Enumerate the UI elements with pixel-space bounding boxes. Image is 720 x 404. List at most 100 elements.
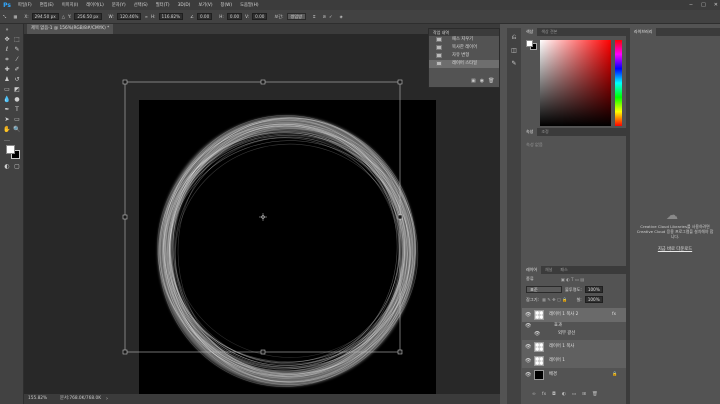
reference-point-icon[interactable]: ▦ (13, 14, 17, 19)
warp-icon[interactable]: ⌗ (313, 14, 315, 19)
kind-filter-label[interactable]: 종류 (526, 276, 534, 282)
new-document-from-state-icon[interactable]: ▣ (471, 78, 476, 84)
layer-row-background[interactable]: 👁 배경 🔒 (522, 368, 626, 382)
tab-color[interactable]: 색상 (522, 28, 538, 36)
new-group-icon[interactable]: ▭ (572, 392, 576, 397)
healing-tool-icon[interactable]: ✚ (3, 66, 11, 74)
effect-item-eye-icon[interactable]: 👁 (534, 330, 540, 338)
menu-select[interactable]: 선택(S) (130, 2, 152, 8)
menu-3d[interactable]: 3D(D) (174, 3, 195, 8)
visibility-eye-icon[interactable]: 👁 (525, 354, 531, 368)
filter-icons[interactable]: ▣ ◐ T ▭ ▤ (561, 277, 584, 282)
pen-tool-icon[interactable]: ✒ (3, 106, 11, 114)
layer-row-selected[interactable]: 👁 레이어 1 복사 2 fx (522, 308, 626, 322)
panel-foreground-swatch[interactable] (526, 40, 533, 47)
angle-field[interactable]: 0.00 (196, 13, 213, 20)
quick-select-tool-icon[interactable]: ✎ (13, 46, 21, 54)
snapshot-icon[interactable]: ◉ (480, 78, 484, 84)
marquee-tool-icon[interactable]: ⬚ (13, 36, 21, 44)
effects-row[interactable]: 👁 효과 (522, 322, 626, 330)
menu-image[interactable]: 이미지(I) (58, 2, 82, 8)
visibility-eye-icon[interactable]: 👁 (525, 308, 531, 322)
vskew-field[interactable]: 0.00 (252, 13, 268, 20)
fx-icon[interactable]: fx (542, 392, 546, 397)
foreground-color-swatch[interactable] (6, 145, 15, 154)
collapse-tools-icon[interactable]: » (3, 26, 11, 34)
effect-item-row[interactable]: 👁 외부 광선 (522, 330, 626, 338)
visibility-eye-icon[interactable]: 👁 (525, 340, 531, 354)
layer-row[interactable]: 👁 레이어 1 복사 (522, 340, 626, 354)
zoom-tool-icon[interactable]: 🔍 (13, 126, 21, 134)
y-field[interactable]: 256.50 px (74, 13, 102, 20)
document-tab[interactable]: 제목 없음-1 @ 156%(RGB/8#/CMYK) * (27, 24, 114, 34)
hue-slider[interactable] (615, 40, 622, 126)
cancel-transform-icon[interactable]: ⊘ (322, 14, 326, 19)
type-tool-icon[interactable]: T (13, 106, 21, 114)
status-arrow-icon[interactable]: › (106, 394, 108, 404)
crop-tool-icon[interactable]: ⌗ (3, 56, 11, 64)
shape-tool-icon[interactable]: ▭ (13, 116, 21, 124)
brush-settings-icon[interactable]: ✎ (510, 60, 518, 68)
maximize-button[interactable]: □ (701, 2, 706, 8)
dodge-tool-icon[interactable]: ● (13, 96, 21, 104)
history-panel-icon[interactable]: ⎌ (510, 34, 518, 42)
width-field[interactable]: 120.46% (116, 13, 142, 20)
delete-state-icon[interactable]: 🗑 (488, 78, 494, 84)
tab-layers[interactable]: 레이어 (522, 266, 542, 274)
menu-layer[interactable]: 레이어(L) (82, 2, 108, 8)
menu-view[interactable]: 보기(V) (194, 2, 216, 8)
screen-mode-icon[interactable]: ▢ (13, 163, 21, 171)
canvas-area[interactable] (24, 34, 500, 398)
history-item[interactable]: 자유 변형 (429, 52, 499, 60)
close-button[interactable]: ✕ (714, 2, 718, 8)
history-item[interactable]: 복사한 레이어 (429, 44, 499, 52)
stamp-tool-icon[interactable]: ♟ (3, 76, 11, 84)
interpolation-select[interactable]: 쌍입방 (286, 13, 307, 20)
menu-window[interactable]: 창(W) (217, 2, 237, 8)
height-field[interactable]: 116.82% (158, 13, 184, 20)
hskew-field[interactable]: 0.00 (226, 13, 243, 20)
fx-badge[interactable]: fx (612, 308, 616, 322)
tab-properties[interactable]: 속성 (522, 128, 538, 136)
hand-tool-icon[interactable]: ✋ (3, 126, 11, 134)
layer-row[interactable]: 👁 레이어 1 (522, 354, 626, 368)
lock-icons[interactable]: ▦ ✎ ✥ ▢ 🔒 (542, 297, 567, 303)
x-field[interactable]: 294.50 px (31, 13, 59, 20)
eraser-tool-icon[interactable]: ▭ (3, 86, 11, 94)
quick-mask-icon[interactable]: ◐ (3, 163, 11, 171)
history-item[interactable]: 패스 지우기 (429, 36, 499, 44)
link-layers-icon[interactable]: ∞ (532, 392, 536, 397)
delete-layer-icon[interactable]: 🗑 (592, 392, 598, 397)
opacity-field[interactable]: 100% (584, 286, 603, 293)
eyedropper-tool-icon[interactable]: ⁄ (13, 56, 21, 64)
download-now-link[interactable]: 지금 바로 다운로드 (636, 246, 714, 252)
effect-eye-icon[interactable]: 👁 (525, 322, 531, 330)
new-layer-icon[interactable]: ⊞ (582, 392, 586, 397)
gradient-tool-icon[interactable]: ◩ (13, 86, 21, 94)
commit-transform-icon[interactable]: ✓ (329, 14, 333, 19)
path-select-tool-icon[interactable]: ➤ (3, 116, 11, 124)
tab-adjustments[interactable]: 조정 (537, 128, 552, 136)
history-brush-tool-icon[interactable]: ↺ (13, 76, 21, 84)
menu-help[interactable]: 도움말(H) (236, 2, 262, 8)
tab-libraries[interactable]: 라이브러리 (630, 28, 657, 36)
menu-file[interactable]: 파일(F) (14, 2, 36, 8)
menu-type[interactable]: 문자(Y) (108, 2, 130, 8)
lasso-tool-icon[interactable]: ℓ (3, 46, 11, 54)
history-item-selected[interactable]: 레이어 스타일 (429, 60, 499, 68)
channels-icon[interactable]: ◫ (510, 47, 518, 55)
menu-filter[interactable]: 필터(T) (152, 2, 174, 8)
saturation-value-picker[interactable] (540, 40, 611, 126)
brush-tool-icon[interactable]: ✐ (13, 66, 21, 74)
add-mask-icon[interactable]: ◘ (552, 392, 556, 397)
link-icon[interactable]: ∞ (144, 14, 148, 19)
move-tool-icon[interactable]: ✥ (3, 36, 11, 44)
adjustment-layer-icon[interactable]: ◐ (562, 392, 566, 397)
delta-icon[interactable]: △ (62, 14, 65, 19)
tab-swatches[interactable]: 색상 견본 (537, 28, 561, 36)
minimize-button[interactable]: − (689, 2, 693, 8)
menu-edit[interactable]: 편집(E) (36, 2, 58, 8)
blend-mode-select[interactable]: 표준 (526, 286, 562, 293)
tab-paths[interactable]: 패스 (556, 266, 571, 274)
3d-mode-icon[interactable]: ◈ (340, 14, 343, 19)
